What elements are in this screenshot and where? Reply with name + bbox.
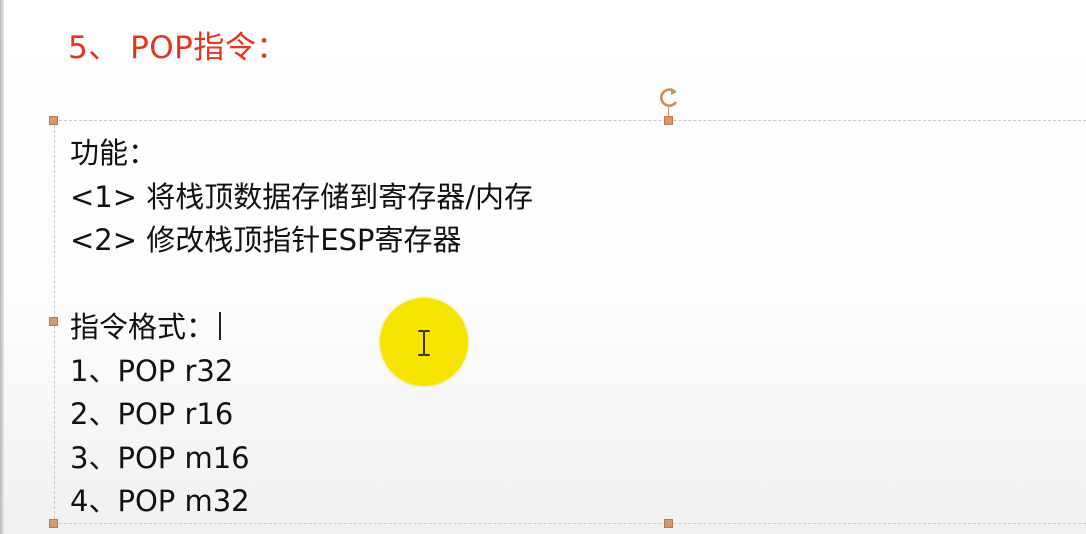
text-line-function-1: <1> 将栈顶数据存储到寄存器/内存	[70, 179, 534, 214]
window-left-edge	[0, 0, 4, 534]
text-line-blank	[70, 263, 533, 307]
resize-handle-top-middle[interactable]	[664, 116, 673, 125]
text-line-format-2: 2、POP r16	[70, 397, 234, 431]
rotate-handle-icon[interactable]	[656, 84, 682, 114]
text-line-format-4: 4、POP m32	[70, 484, 250, 518]
text-caret	[219, 312, 222, 340]
ibeam-cursor-icon	[418, 330, 430, 356]
resize-handle-bottom-middle[interactable]	[664, 519, 673, 528]
text-line-function-2: <2> 修改栈顶指针ESP寄存器	[70, 223, 462, 257]
format-title-text: 指令格式：	[70, 310, 216, 344]
resize-handle-top-left[interactable]	[49, 116, 58, 125]
text-line-format-3: 3、POP m16	[70, 440, 250, 475]
slide-heading[interactable]: 5、 POP指令：	[68, 22, 288, 67]
resize-handle-bottom-left[interactable]	[49, 519, 58, 528]
text-line-function-title: 功能：	[70, 136, 158, 170]
resize-handle-middle-left[interactable]	[49, 317, 58, 326]
